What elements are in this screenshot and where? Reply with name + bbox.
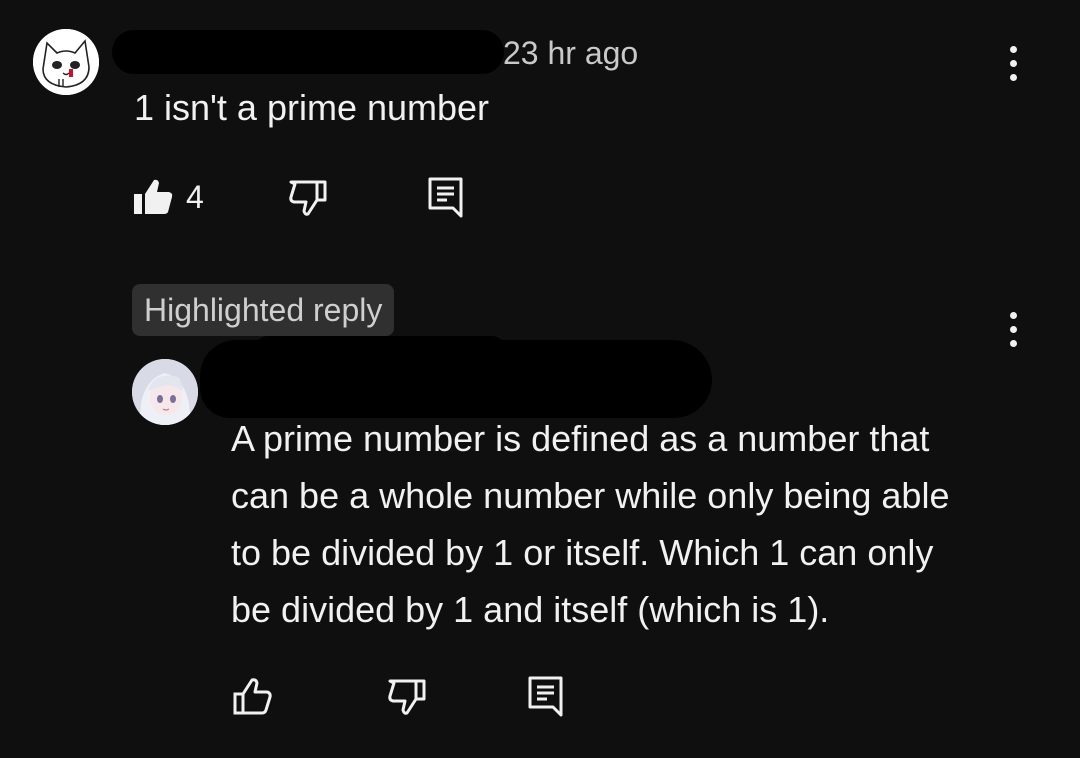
commenter-avatar[interactable] bbox=[33, 29, 99, 95]
comment-text: 1 isn't a prime number bbox=[134, 87, 490, 128]
highlighted-reply-badge: Highlighted reply bbox=[132, 284, 395, 336]
dislike-button[interactable] bbox=[287, 176, 331, 220]
thumbs-down-icon bbox=[388, 679, 426, 715]
like-count: 4 bbox=[186, 179, 204, 215]
reply-icon bbox=[428, 177, 463, 218]
thumbs-down-icon bbox=[289, 180, 327, 216]
anime-girl-avatar-icon bbox=[132, 359, 198, 425]
reply-reply-button[interactable] bbox=[527, 675, 571, 719]
reply-text: A prime number is defined as a number th… bbox=[231, 410, 1031, 638]
redacted-reply-username-top bbox=[255, 336, 505, 362]
reply-button[interactable] bbox=[427, 176, 471, 220]
redacted-username bbox=[112, 30, 504, 74]
reply-dislike-button[interactable] bbox=[386, 675, 430, 719]
more-vert-icon bbox=[1010, 312, 1017, 319]
more-options-button[interactable] bbox=[1007, 44, 1021, 84]
reply-icon bbox=[528, 676, 563, 717]
reply-more-options-button[interactable] bbox=[1007, 310, 1021, 350]
reply-text-line: be divided by 1 and itself (which is 1). bbox=[231, 589, 830, 630]
more-vert-icon bbox=[1010, 46, 1017, 53]
comment-timestamp: 23 hr ago bbox=[503, 35, 639, 71]
reply-text-line: can be a whole number while only being a… bbox=[231, 475, 950, 516]
reply-like-button[interactable] bbox=[232, 675, 276, 719]
reply-text-line: A prime number is defined as a number th… bbox=[231, 418, 930, 459]
thumbs-up-icon bbox=[134, 179, 173, 214]
cat-sketch-icon bbox=[33, 29, 99, 95]
like-button[interactable] bbox=[132, 176, 176, 220]
reply-author-avatar[interactable] bbox=[132, 359, 198, 425]
thumbs-up-icon bbox=[233, 678, 272, 715]
reply-text-line: to be divided by 1 or itself. Which 1 ca… bbox=[231, 532, 934, 573]
